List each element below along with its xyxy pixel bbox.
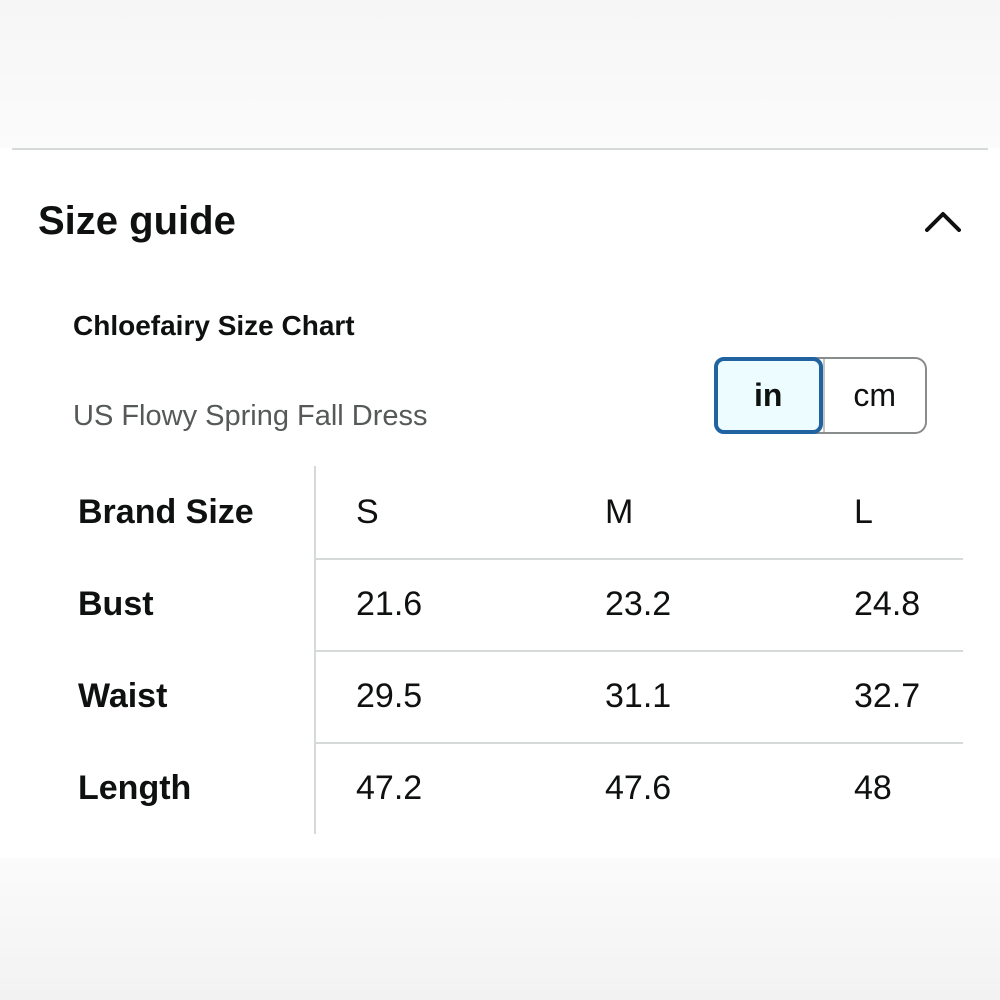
table-cell: 23.2 <box>605 585 672 623</box>
size-header-m: M <box>605 493 634 531</box>
table-row: Length 47.2 47.6 48 <box>60 742 963 834</box>
collapse-button[interactable] <box>918 196 968 246</box>
brand-size-label: Brand Size <box>78 493 254 531</box>
unit-toggle: in cm <box>714 357 927 434</box>
table-row: Waist 29.5 31.1 32.7 <box>60 650 963 742</box>
size-chart-title: Chloefairy Size Chart <box>73 310 355 341</box>
table-cell: 21.6 <box>356 585 423 623</box>
row-label-length: Length <box>78 769 192 807</box>
size-guide-header[interactable]: Size guide <box>38 196 968 246</box>
table-row: Bust 21.6 23.2 24.8 <box>60 558 963 650</box>
unit-option-in[interactable]: in <box>714 357 823 434</box>
table-cell: 32.7 <box>854 677 921 715</box>
size-guide-title: Size guide <box>38 199 236 243</box>
size-table: Brand Size S M L Bust 21.6 23.2 24.8 Wai… <box>60 466 963 834</box>
size-chart-subtitle: US Flowy Spring Fall Dress <box>73 400 428 432</box>
table-cell: 31.1 <box>605 677 672 715</box>
background-bottom <box>0 858 1000 1000</box>
background-top <box>0 0 1000 148</box>
row-label-bust: Bust <box>78 585 154 623</box>
table-header-row: Brand Size S M L <box>60 466 963 558</box>
panel-divider <box>12 148 988 150</box>
table-cell: 24.8 <box>854 585 921 623</box>
size-guide-panel: Size guide Chloefairy Size Chart US Flow… <box>0 148 1000 858</box>
chevron-up-icon <box>925 212 961 232</box>
unit-option-cm[interactable]: cm <box>822 359 926 432</box>
table-cell: 47.6 <box>605 769 672 807</box>
size-header-s: S <box>356 493 379 531</box>
size-header-l: L <box>854 493 873 531</box>
table-cell: 47.2 <box>356 769 423 807</box>
row-label-waist: Waist <box>78 677 168 715</box>
table-cell: 48 <box>854 769 892 807</box>
table-cell: 29.5 <box>356 677 423 715</box>
